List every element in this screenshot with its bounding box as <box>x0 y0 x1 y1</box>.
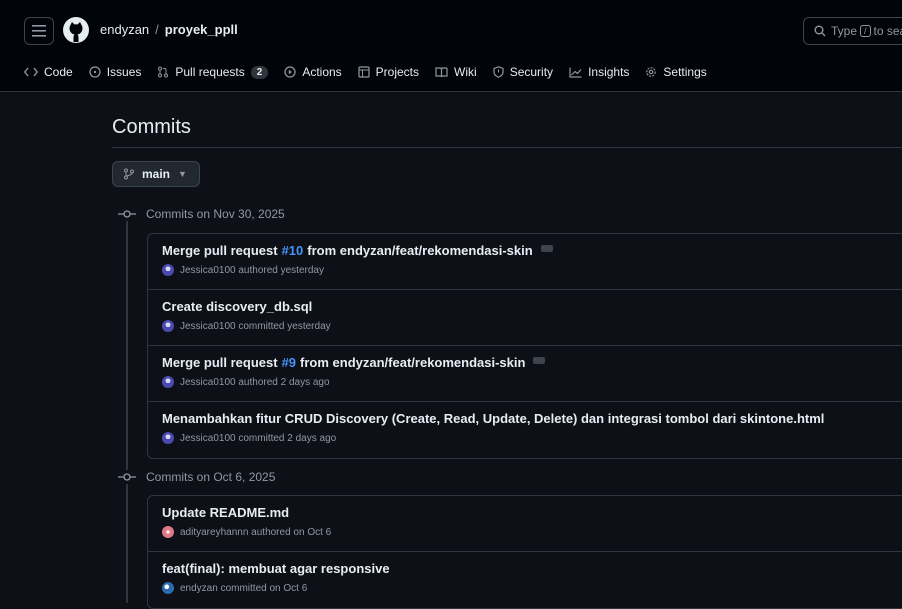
gear-icon <box>646 67 657 77</box>
tab-projects-label: Projects <box>375 65 420 79</box>
commit-list: Update README.md adityareyhannn authored… <box>147 495 902 609</box>
commit-meta: Jessica0100 authored 2 days ago <box>180 376 330 388</box>
tab-actions[interactable]: Actions <box>284 65 342 79</box>
commit-timeline <box>126 220 128 603</box>
commit-message[interactable]: feat(final): membuat agar responsive <box>162 561 390 576</box>
tab-wiki-label: Wiki <box>454 65 477 79</box>
tab-actions-label: Actions <box>302 65 342 79</box>
search-icon <box>814 25 826 37</box>
code-icon <box>24 67 38 77</box>
commit-group-date: Commits on Nov 30, 2025 <box>146 207 285 221</box>
commit-list: Merge pull request #10 from endyzan/feat… <box>147 233 902 459</box>
tab-security[interactable]: Security <box>493 65 553 79</box>
repo-nav-tabs: Code Issues Pull requests 2 Actions Proj… <box>0 60 723 84</box>
graph-icon <box>569 67 582 78</box>
tab-settings-label: Settings <box>663 65 707 79</box>
commit-meta: adityareyhannn authored on Oct 6 <box>180 526 332 538</box>
avatar[interactable] <box>162 264 174 276</box>
tab-insights-label: Insights <box>588 65 630 79</box>
commit-message[interactable]: Merge pull request <box>162 355 278 370</box>
tab-security-label: Security <box>509 65 554 79</box>
repo-header: endyzan/proyek_ppll Type/to sea Code Iss… <box>0 0 902 92</box>
commit-meta: endyzan committed on Oct 6 <box>180 582 308 594</box>
avatar[interactable] <box>162 432 174 444</box>
tab-issues[interactable]: Issues <box>89 65 142 79</box>
menu-button[interactable] <box>24 17 54 45</box>
branch-name: main <box>142 167 171 181</box>
pull-request-icon <box>158 66 169 78</box>
hamburger-icon <box>32 25 46 37</box>
commit-group-heading: Commits on Oct 6, 2025 <box>118 470 282 484</box>
avatar[interactable] <box>162 376 174 388</box>
commit-icon <box>118 473 136 481</box>
commit-meta: Jessica0100 committed 2 days ago <box>180 432 337 444</box>
commit-row: Merge pull request #9 from endyzan/feat/… <box>148 346 902 402</box>
title-divider <box>112 147 902 148</box>
pull-request-link[interactable]: #10 <box>282 243 304 258</box>
search-shortcut-key: / <box>860 25 871 37</box>
tab-code[interactable]: Code <box>24 65 73 79</box>
commit-message[interactable]: Update README.md <box>162 505 289 520</box>
commit-meta: Jessica0100 authored yesterday <box>180 264 324 276</box>
tab-pull-requests[interactable]: Pull requests 2 <box>157 65 269 79</box>
commit-row: Merge pull request #10 from endyzan/feat… <box>148 234 902 290</box>
breadcrumb: endyzan / proyek_ppll <box>100 22 238 37</box>
commit-message[interactable]: Merge pull request <box>162 243 278 258</box>
avatar[interactable] <box>162 320 174 332</box>
issue-icon <box>89 66 101 78</box>
expand-description-button[interactable] <box>540 245 553 252</box>
commit-meta: Jessica0100 committed yesterday <box>180 320 331 332</box>
branch-selector[interactable]: main ▼ <box>112 161 200 187</box>
repo-link[interactable]: proyek_ppll <box>165 22 238 37</box>
tab-insights[interactable]: Insights <box>569 65 629 79</box>
commit-message[interactable]: Create discovery_db.sql <box>162 299 312 314</box>
page-title: Commits <box>112 116 191 138</box>
tab-code-label: Code <box>44 65 73 79</box>
avatar[interactable] <box>162 526 174 538</box>
branch-icon <box>124 168 134 180</box>
tab-projects[interactable]: Projects <box>358 65 419 79</box>
commit-row: feat(final): membuat agar responsive end… <box>148 552 902 608</box>
book-icon <box>435 66 448 77</box>
tab-wiki[interactable]: Wiki <box>435 65 477 79</box>
expand-description-button[interactable] <box>533 357 546 364</box>
tab-issues-label: Issues <box>106 65 142 79</box>
shield-icon <box>493 66 504 78</box>
tab-settings[interactable]: Settings <box>645 65 707 79</box>
search-placeholder-prefix: Type <box>831 24 858 38</box>
commit-row: Menambahkan fitur CRUD Discovery (Create… <box>148 402 902 458</box>
owner-link[interactable]: endyzan <box>100 22 149 37</box>
tab-pull-requests-label: Pull requests <box>175 65 245 79</box>
table-icon <box>358 66 370 78</box>
commit-row: Create discovery_db.sql Jessica0100 comm… <box>148 290 902 346</box>
commit-group-heading: Commits on Nov 30, 2025 <box>118 207 291 221</box>
search-placeholder-suffix: to sea <box>873 24 902 38</box>
commit-message[interactable]: Menambahkan fitur CRUD Discovery (Create… <box>162 411 824 426</box>
github-logo-icon[interactable] <box>62 16 90 44</box>
avatar[interactable] <box>162 582 174 594</box>
commit-message-rest[interactable]: from endyzan/feat/rekomendasi-skin <box>300 355 525 370</box>
pull-requests-count-badge: 2 <box>250 65 269 79</box>
commit-group-date: Commits on Oct 6, 2025 <box>146 470 276 484</box>
pull-request-link[interactable]: #9 <box>282 355 296 370</box>
commit-icon <box>118 210 136 218</box>
breadcrumb-separator: / <box>155 22 159 37</box>
search-input[interactable]: Type/to sea <box>803 17 902 45</box>
play-icon <box>284 66 296 78</box>
commit-message-rest[interactable]: from endyzan/feat/rekomendasi-skin <box>307 243 532 258</box>
commit-row: Update README.md adityareyhannn authored… <box>148 496 902 552</box>
chevron-down-icon: ▼ <box>178 169 187 179</box>
